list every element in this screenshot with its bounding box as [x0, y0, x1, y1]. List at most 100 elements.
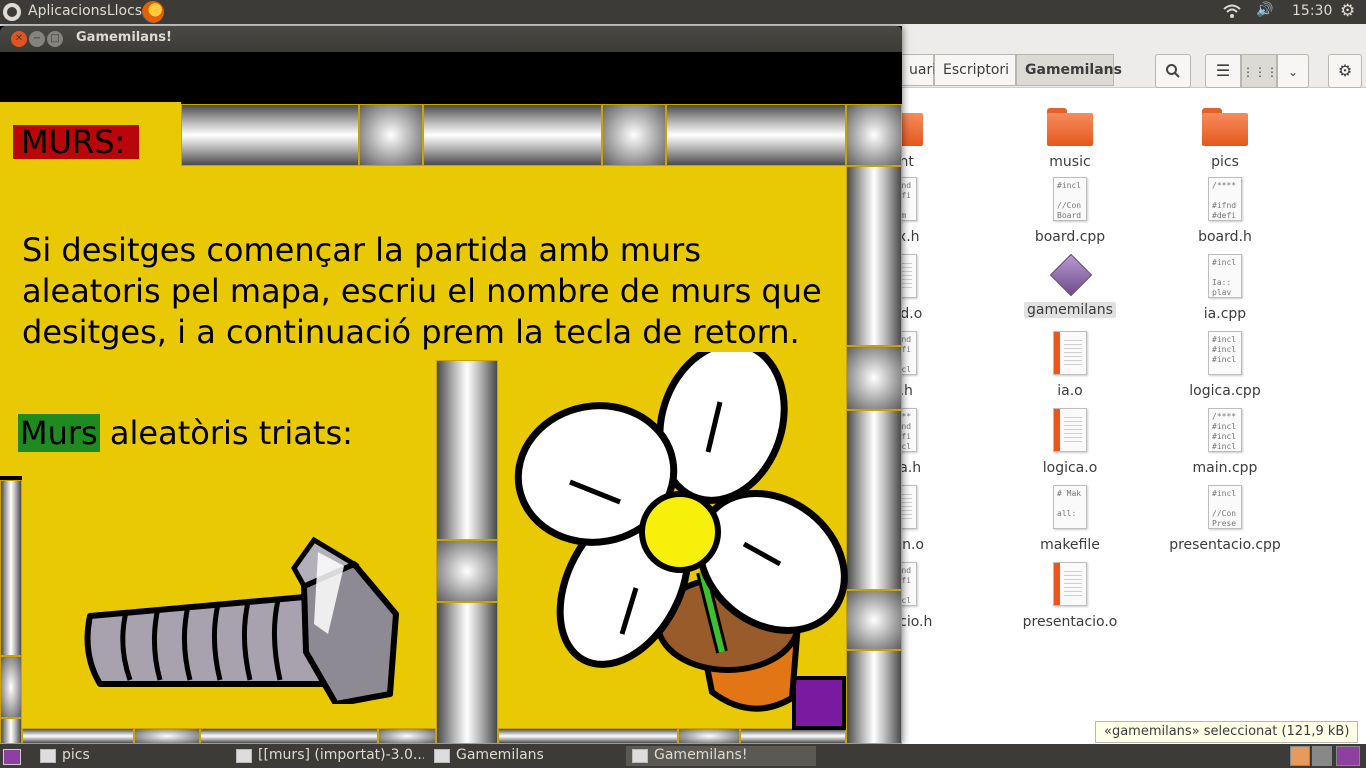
- wall-block: [378, 728, 436, 744]
- file-manager-window: uari Escriptori Gamemilans ☰ ⋮⋮⋮ ⌄ ⚙ fon…: [868, 24, 1366, 744]
- wall-block: [0, 656, 22, 718]
- grid-view-button[interactable]: ⋮⋮⋮: [1241, 54, 1278, 88]
- file-item[interactable]: gamemilans: [1000, 254, 1140, 318]
- file-preview-snippet: #incl //Con Prese: [1212, 489, 1237, 528]
- taskbar-item-gamemilans-game[interactable]: Gamemilans!: [626, 746, 816, 766]
- breadcrumb-gamemilans[interactable]: Gamemilans: [1016, 54, 1122, 86]
- applications-places-menu[interactable]: AplicacionsLlocs: [28, 3, 142, 19]
- volume-icon[interactable]: 🔊: [1256, 2, 1273, 18]
- taskbar-item-gimp[interactable]: [[murs] (importat)-3.0...: [230, 746, 424, 766]
- settings-button[interactable]: ⚙: [1328, 54, 1362, 88]
- file-item[interactable]: logica.o: [1000, 408, 1140, 476]
- file-name: board.h: [1198, 229, 1252, 245]
- hamburger-icon: ☰: [1215, 61, 1231, 80]
- wall-block: [666, 104, 846, 166]
- file-item[interactable]: # Mak all: makefile: [1000, 485, 1140, 553]
- object-file-icon: [1053, 408, 1087, 452]
- wall-block: [134, 728, 200, 744]
- close-icon: ✕: [14, 33, 24, 44]
- instructions-text: Si desitges començar la partida amb murs…: [22, 231, 822, 351]
- file-item[interactable]: pics: [1155, 108, 1295, 170]
- view-options-button[interactable]: ⌄: [1277, 54, 1309, 88]
- window-icon: [236, 749, 252, 763]
- close-button[interactable]: ✕: [11, 31, 27, 47]
- file-name: makefile: [1040, 537, 1100, 553]
- clock[interactable]: 15:30: [1292, 3, 1332, 19]
- text-file-icon: /**** #ifnd #defi: [1208, 177, 1242, 221]
- wall-block: [846, 590, 902, 650]
- folder-icon: [1047, 108, 1093, 146]
- taskbar-item-pics[interactable]: pics: [34, 746, 224, 766]
- file-preview-snippet: # Mak all:: [1057, 489, 1082, 518]
- firefox-icon[interactable]: [142, 1, 164, 23]
- minimize-button[interactable]: −: [29, 31, 45, 47]
- show-desktop-button[interactable]: [0, 746, 22, 766]
- file-name: gamemilans: [1024, 302, 1116, 318]
- text-file-icon: #incl #incl #incl: [1208, 331, 1242, 375]
- search-icon: [1166, 64, 1180, 78]
- file-item[interactable]: #incl #incl #incl logica.cpp: [1155, 331, 1295, 399]
- breadcrumb-desktop[interactable]: Escriptori: [934, 54, 1016, 86]
- taskbar-item-label: pics: [62, 747, 90, 763]
- ubuntu-logo-icon[interactable]: [3, 3, 21, 21]
- file-name: logica.o: [1042, 460, 1098, 476]
- wall-block: [846, 410, 902, 590]
- file-name: presentacio.cpp: [1169, 537, 1281, 553]
- breadcrumb-home[interactable]: uari: [900, 54, 936, 86]
- menu-button[interactable]: ☰: [1205, 54, 1241, 88]
- file-preview-snippet: /**** #ifnd #defi: [1212, 181, 1237, 220]
- wall-block: [436, 540, 498, 602]
- trash-icon[interactable]: [1336, 746, 1360, 766]
- highlight-word: Murs: [18, 414, 100, 452]
- chevron-down-icon: ⌄: [1287, 65, 1299, 79]
- game-canvas[interactable]: MURS: Si desitges començar la partida am…: [0, 52, 902, 744]
- text-file-icon: #incl //Con Board: [1053, 177, 1087, 221]
- search-button[interactable]: [1155, 54, 1191, 88]
- file-item[interactable]: /**** #incl #incl #incl main.cpp: [1155, 408, 1295, 476]
- wall-block: [436, 360, 498, 540]
- wall-block: [846, 104, 902, 166]
- flower-illustration: [514, 352, 848, 712]
- bolt-illustration: [84, 536, 399, 704]
- grid-icon: ⋮⋮⋮: [1242, 65, 1278, 79]
- taskbar-item-label: [[murs] (importat)-3.0...: [258, 747, 424, 763]
- file-name: pics: [1211, 154, 1239, 170]
- window-titlebar[interactable]: ✕ − □ Gamemilans!: [0, 26, 902, 52]
- file-item[interactable]: presentacio.o: [1000, 562, 1140, 630]
- wall-block: [359, 104, 423, 166]
- executable-icon: [1050, 254, 1090, 294]
- file-item[interactable]: ia.o: [1000, 331, 1140, 399]
- walls-input-prompt: Murs aleatòris triats:: [18, 414, 353, 452]
- file-preview-snippet: #incl #incl #incl: [1212, 335, 1237, 364]
- maximize-icon: □: [50, 33, 60, 44]
- taskbar-item-label: Gamemilans: [456, 747, 544, 763]
- workspace-switcher-2[interactable]: [1312, 746, 1332, 766]
- minimize-icon: −: [32, 33, 42, 44]
- wall-block: [423, 104, 602, 166]
- file-item[interactable]: #incl //Con Board board.cpp: [1000, 177, 1140, 245]
- file-preview-snippet: /**** #incl #incl #incl: [1212, 412, 1237, 451]
- file-name: logica.cpp: [1189, 383, 1261, 399]
- file-name: ia.cpp: [1203, 306, 1247, 322]
- file-name: main.cpp: [1192, 460, 1258, 476]
- window-icon: [632, 749, 648, 763]
- taskbar: pics [[murs] (importat)-3.0... Gamemilan…: [0, 744, 1366, 768]
- maximize-button[interactable]: □: [47, 31, 63, 47]
- text-file-icon: #incl //Con Prese: [1208, 485, 1242, 529]
- game-window: ✕ − □ Gamemilans! MURS: Si desitges come…: [0, 26, 902, 744]
- wall-block: [846, 166, 902, 346]
- wall-block: [22, 728, 134, 744]
- file-item[interactable]: #incl //Con Prese presentacio.cpp: [1155, 485, 1295, 553]
- top-panel: AplicacionsLlocs 🔊 15:30 ⚙: [0, 0, 1366, 24]
- wifi-icon[interactable]: [1222, 3, 1242, 23]
- file-item[interactable]: music: [1000, 108, 1140, 170]
- gear-icon: ⚙: [1337, 61, 1353, 80]
- wall-block: [436, 602, 498, 744]
- wall-block: [200, 728, 378, 744]
- taskbar-item-gamemilans-folder[interactable]: Gamemilans: [428, 746, 618, 766]
- object-file-icon: [1053, 562, 1087, 606]
- file-item[interactable]: #incl Ia:: plav ia.cpp: [1155, 254, 1295, 322]
- gear-icon[interactable]: ⚙: [1340, 1, 1355, 21]
- file-item[interactable]: /**** #ifnd #defi board.h: [1155, 177, 1295, 245]
- workspace-switcher-1[interactable]: [1290, 746, 1310, 766]
